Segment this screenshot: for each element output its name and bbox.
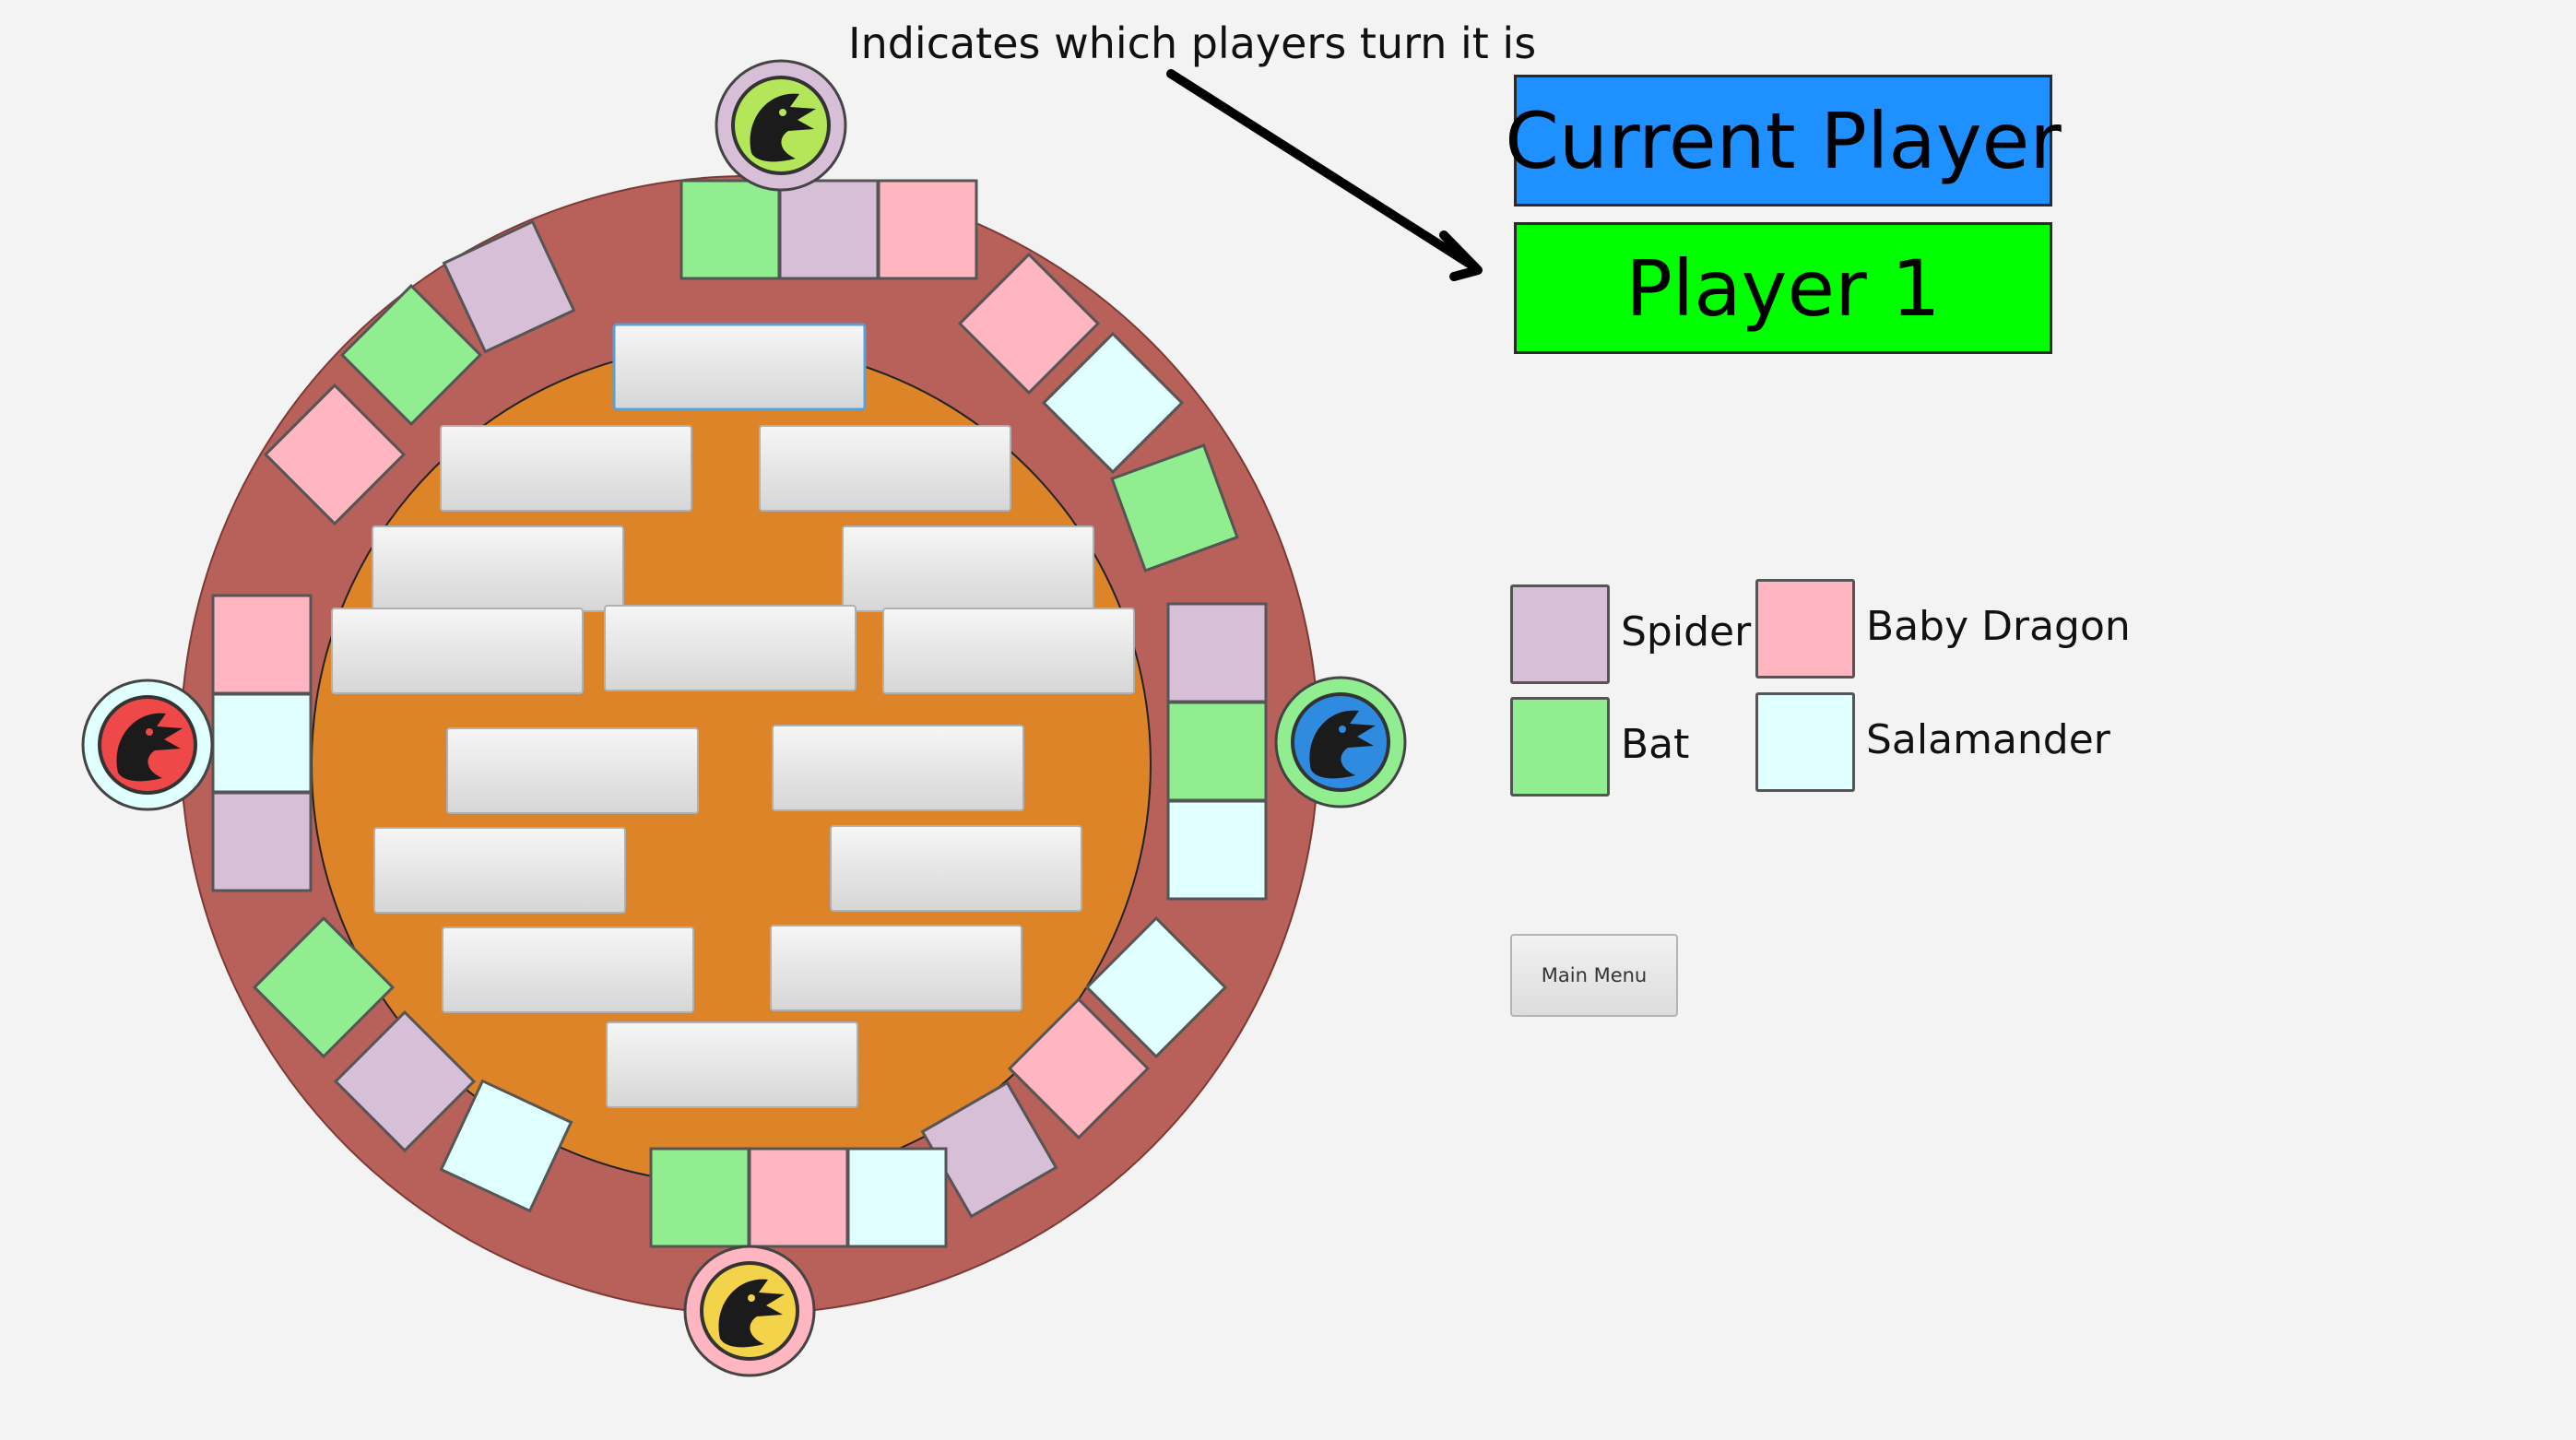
current-player-header: Current Player xyxy=(1505,75,2062,207)
ring-tile-spider[interactable] xyxy=(778,179,880,280)
player-token-bottom xyxy=(683,1245,816,1377)
main-menu-button[interactable]: Main Menu xyxy=(1510,934,1678,1017)
face-down-card[interactable] xyxy=(842,525,1094,612)
legend-label-salamander: Salamander xyxy=(1866,716,2110,763)
face-down-card[interactable] xyxy=(770,925,1022,1011)
dragon-eye xyxy=(146,728,153,736)
legend-label-bat: Bat xyxy=(1621,721,1690,768)
ring-tile-bat[interactable] xyxy=(649,1147,750,1248)
legend-swatch-bat xyxy=(1510,697,1610,797)
legend-swatch-baby-dragon xyxy=(1755,579,1855,679)
dragon-eye xyxy=(748,1294,755,1302)
legend-label-baby-dragon: Baby Dragon xyxy=(1866,603,2131,650)
face-down-card[interactable] xyxy=(331,608,584,694)
face-down-card[interactable] xyxy=(442,927,694,1013)
legend-swatch-salamander xyxy=(1755,692,1855,792)
legend-swatch-spider xyxy=(1510,584,1610,684)
legend-label-spider: Spider xyxy=(1621,608,1752,655)
turn-indicator-annotation: Indicates which players turn it is xyxy=(848,18,1537,68)
ring-tile-salamander[interactable] xyxy=(1166,799,1268,901)
current-player-name: Player 1 xyxy=(1514,222,2052,354)
ring-tile-spider[interactable] xyxy=(211,791,313,892)
face-down-card[interactable] xyxy=(612,323,867,411)
dragon-eye xyxy=(1339,726,1346,733)
player-token-top xyxy=(715,59,847,192)
face-down-card[interactable] xyxy=(373,827,626,914)
ring-tile-salamander[interactable] xyxy=(211,692,313,794)
turn-arrow-icon xyxy=(1166,69,1483,281)
ring-tile-baby-dragon[interactable] xyxy=(877,179,978,280)
face-down-card[interactable] xyxy=(830,825,1082,912)
face-down-card[interactable] xyxy=(772,725,1024,811)
ring-tile-bat[interactable] xyxy=(1166,701,1268,802)
face-down-card[interactable] xyxy=(882,608,1135,694)
dragon-eye xyxy=(779,109,786,116)
face-down-card[interactable] xyxy=(759,425,1011,512)
face-down-card[interactable] xyxy=(440,425,692,512)
ring-tile-bat[interactable] xyxy=(679,179,781,280)
ring-tile-spider[interactable] xyxy=(1166,602,1268,703)
game-board xyxy=(81,59,1483,1377)
face-down-card[interactable] xyxy=(604,605,857,691)
ring-tile-baby-dragon[interactable] xyxy=(748,1147,849,1248)
face-down-card[interactable] xyxy=(606,1021,858,1108)
player-token-left xyxy=(81,679,214,811)
ring-tile-baby-dragon[interactable] xyxy=(211,594,313,695)
player-token-right xyxy=(1274,676,1407,809)
ring-tile-salamander[interactable] xyxy=(846,1147,948,1248)
face-down-card[interactable] xyxy=(372,525,624,612)
face-down-card[interactable] xyxy=(446,727,699,814)
